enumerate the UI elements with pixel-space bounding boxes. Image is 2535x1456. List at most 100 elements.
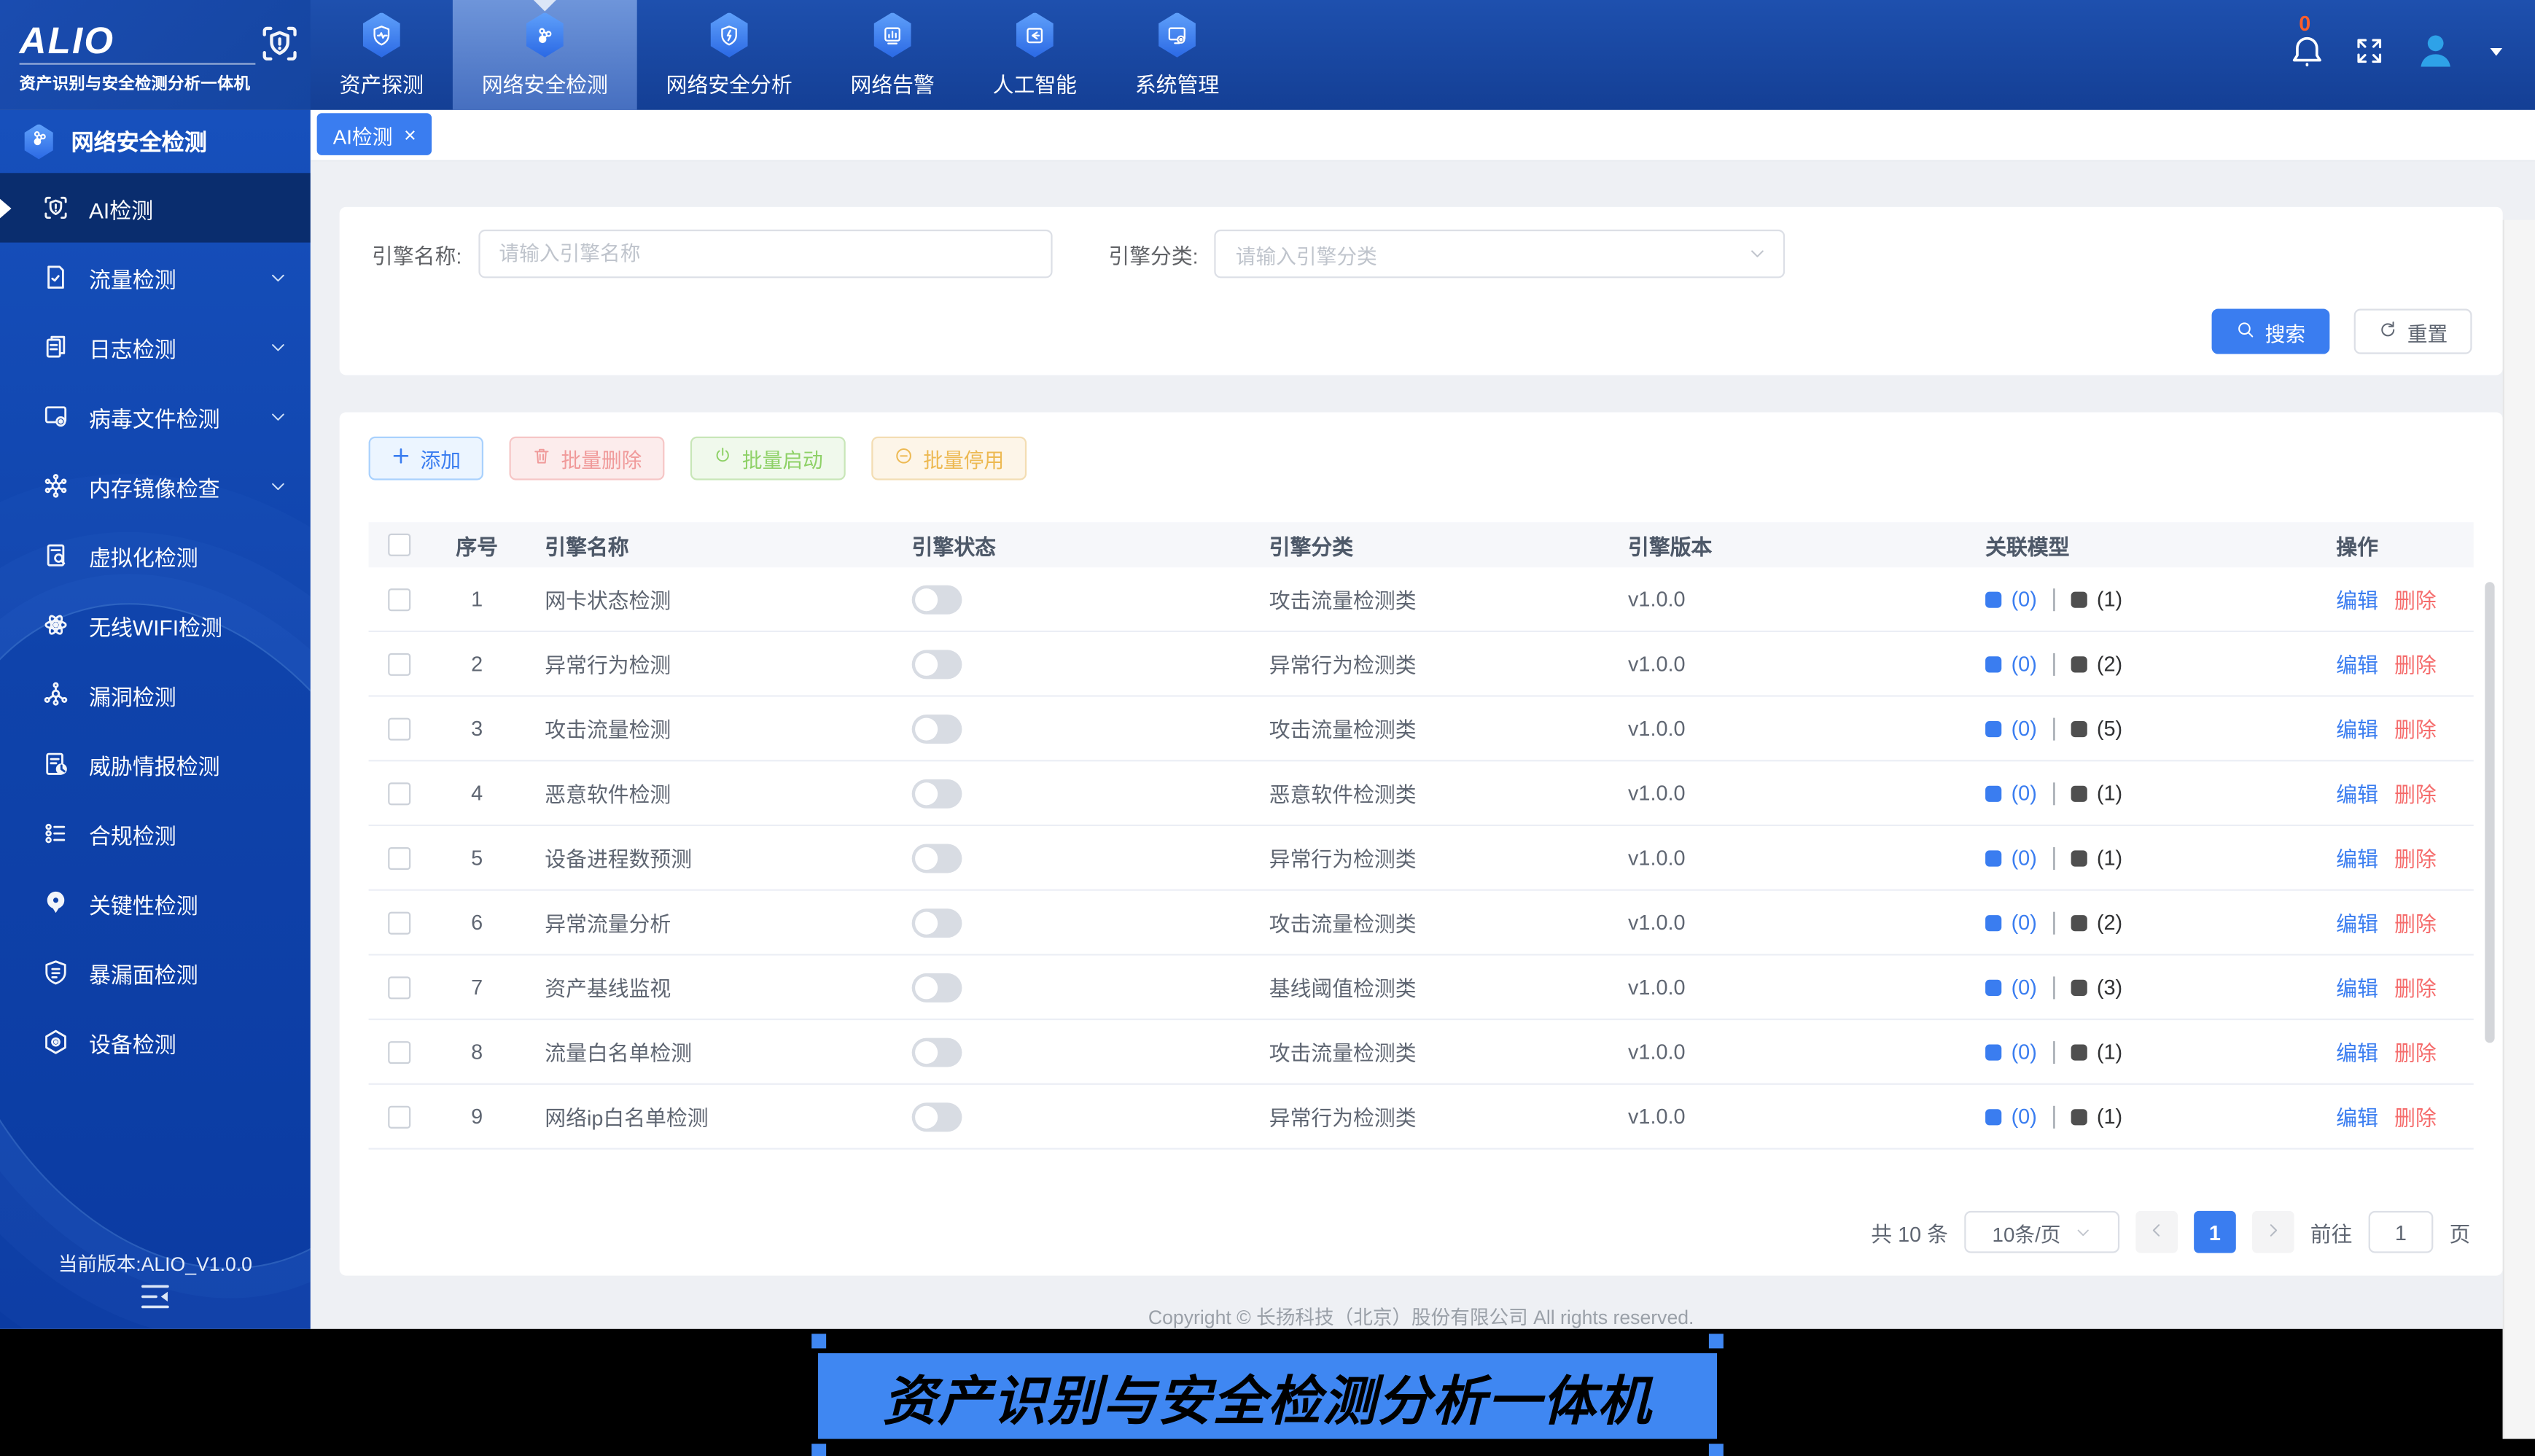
model-blue-count[interactable]: (0) <box>2012 716 2037 740</box>
sidebar-item-威胁情报检测[interactable]: 威胁情报检测 <box>0 729 311 798</box>
caption-handle-bottom-right[interactable] <box>1708 1444 1724 1456</box>
engine-name: 资产基线监视 <box>545 976 671 1001</box>
sidebar-item-关键性检测[interactable]: 关键性检测 <box>0 868 311 938</box>
engine-status-toggle[interactable] <box>911 714 962 743</box>
batch-stop-button[interactable]: 批量停用 <box>871 436 1027 480</box>
engine-status-toggle[interactable] <box>911 584 962 614</box>
notification-bell[interactable]: 0 <box>2289 10 2325 77</box>
edit-link[interactable]: 编辑 <box>2336 842 2378 873</box>
checklist-icon <box>42 820 70 847</box>
batch-start-button[interactable]: 批量启动 <box>690 436 846 480</box>
top-nav-item-系统管理[interactable]: 系统管理 <box>1106 0 1248 110</box>
row-checkbox[interactable] <box>388 588 411 611</box>
edit-link[interactable]: 编辑 <box>2336 713 2378 744</box>
row-checkbox[interactable] <box>388 1105 411 1128</box>
app-root: ALIO 资产识别与安全检测分析一体机 资产探测 网络安全检测 网络安全分析 网络告警… <box>0 0 2535 1456</box>
edit-link[interactable]: 编辑 <box>2336 907 2378 938</box>
delete-link[interactable]: 删除 <box>2394 648 2437 679</box>
delete-link[interactable]: 删除 <box>2394 584 2437 615</box>
edit-link[interactable]: 编辑 <box>2336 648 2378 679</box>
tab-ai-detection[interactable]: AI检测 × <box>316 113 432 155</box>
edit-link[interactable]: 编辑 <box>2336 1036 2378 1067</box>
sidebar-item-合规检测[interactable]: 合规检测 <box>0 798 311 868</box>
edit-link[interactable]: 编辑 <box>2336 972 2378 1003</box>
model-blue-count[interactable]: (0) <box>2012 975 2037 999</box>
engine-status-toggle[interactable] <box>911 1037 962 1067</box>
delete-link[interactable]: 删除 <box>2394 1036 2437 1067</box>
row-checkbox[interactable] <box>388 652 411 675</box>
row-checkbox[interactable] <box>388 717 411 740</box>
delete-link[interactable]: 删除 <box>2394 1101 2437 1132</box>
delete-link[interactable]: 删除 <box>2394 842 2437 873</box>
sidebar-item-暴漏面检测[interactable]: 暴漏面检测 <box>0 938 311 1007</box>
row-checkbox[interactable] <box>388 976 411 999</box>
edit-link[interactable]: 编辑 <box>2336 584 2378 615</box>
sidebar-item-流量检测[interactable]: 流量检测 <box>0 243 311 312</box>
add-button[interactable]: 添加 <box>368 436 484 480</box>
sidebar-item-设备检测[interactable]: 设备检测 <box>0 1008 311 1077</box>
top-nav-item-网络安全检测[interactable]: 网络安全检测 <box>452 0 637 110</box>
row-checkbox[interactable] <box>388 911 411 934</box>
engine-status-toggle[interactable] <box>911 778 962 808</box>
sidebar-item-虚拟化检测[interactable]: 虚拟化检测 <box>0 521 311 590</box>
delete-link[interactable]: 删除 <box>2394 907 2437 938</box>
goto-page-input[interactable] <box>2368 1210 2434 1253</box>
top-nav-item-网络安全分析[interactable]: 网络安全分析 <box>637 0 822 110</box>
model-blue-count[interactable]: (0) <box>2012 1040 2037 1064</box>
page-scrollbar[interactable] <box>2502 219 2535 1439</box>
row-checkbox[interactable] <box>388 1040 411 1064</box>
model-blue-count[interactable]: (0) <box>2012 781 2037 805</box>
table-scrollbar-thumb[interactable] <box>2485 582 2495 1043</box>
batch-delete-button[interactable]: 批量删除 <box>509 436 665 480</box>
model-blue-count[interactable]: (0) <box>2012 652 2037 676</box>
search-button[interactable]: 搜索 <box>2211 308 2330 354</box>
engine-status-toggle[interactable] <box>911 649 962 679</box>
sidebar-item-无线WIFI检测[interactable]: 无线WIFI检测 <box>0 590 311 659</box>
sidebar-collapse-button[interactable] <box>137 1279 173 1323</box>
caption-handle-top-right[interactable] <box>1708 1334 1724 1349</box>
sidebar-item-日志检测[interactable]: 日志检测 <box>0 312 311 381</box>
model-blue-count[interactable]: (0) <box>2012 587 2037 611</box>
model-blue-count[interactable]: (0) <box>2012 846 2037 870</box>
edit-link[interactable]: 编辑 <box>2336 1101 2378 1132</box>
engine-status-toggle[interactable] <box>911 843 962 873</box>
reset-button[interactable]: 重置 <box>2353 308 2472 354</box>
engine-name: 网卡状态检测 <box>545 588 671 613</box>
row-checkbox[interactable] <box>388 782 411 805</box>
tab-close-icon[interactable]: × <box>404 124 416 145</box>
top-nav-item-人工智能[interactable]: 人工智能 <box>964 0 1106 110</box>
chevron-down-icon <box>268 407 288 427</box>
select-all-checkbox[interactable] <box>388 533 411 556</box>
delete-link[interactable]: 删除 <box>2394 713 2437 744</box>
engine-status-toggle[interactable] <box>911 972 962 1002</box>
top-nav-item-网络告警[interactable]: 网络告警 <box>822 0 964 110</box>
engine-category-select[interactable]: 请输入引擎分类 <box>1214 229 1786 279</box>
prev-page-button[interactable] <box>2135 1210 2178 1253</box>
sidebar-item-label: 日志检测 <box>88 337 176 362</box>
engine-version: v1.0.0 <box>1628 716 1686 741</box>
sidebar-item-漏洞检测[interactable]: 漏洞检测 <box>0 660 311 729</box>
sidebar-item-病毒文件检测[interactable]: 病毒文件检测 <box>0 381 311 451</box>
row-checkbox[interactable] <box>388 846 411 869</box>
engine-status-toggle[interactable] <box>911 908 962 938</box>
caption-handle-bottom-left[interactable] <box>811 1444 827 1456</box>
engine-name-input[interactable] <box>478 229 1052 279</box>
caption-handle-top-left[interactable] <box>811 1334 827 1349</box>
page-size-select[interactable]: 10条/页 <box>1964 1210 2120 1253</box>
top-nav-item-资产探测[interactable]: 资产探测 <box>311 0 453 110</box>
delete-link[interactable]: 删除 <box>2394 972 2437 1003</box>
edit-link[interactable]: 编辑 <box>2336 778 2378 809</box>
row-index: 8 <box>471 1039 483 1064</box>
page-1-button[interactable]: 1 <box>2194 1210 2236 1253</box>
delete-link[interactable]: 删除 <box>2394 778 2437 809</box>
model-blue-count[interactable]: (0) <box>2012 910 2037 934</box>
fullscreen-icon[interactable] <box>2354 36 2385 74</box>
row-index: 2 <box>471 651 483 676</box>
engine-status-toggle[interactable] <box>911 1102 962 1132</box>
sidebar-item-AI检测[interactable]: AI检测 <box>0 173 311 243</box>
user-menu-caret-icon[interactable] <box>2487 40 2507 69</box>
sidebar-item-内存镜像检查[interactable]: 内存镜像检查 <box>0 451 311 521</box>
user-avatar[interactable] <box>2414 29 2458 81</box>
next-page-button[interactable] <box>2251 1210 2294 1253</box>
model-blue-count[interactable]: (0) <box>2012 1105 2037 1129</box>
